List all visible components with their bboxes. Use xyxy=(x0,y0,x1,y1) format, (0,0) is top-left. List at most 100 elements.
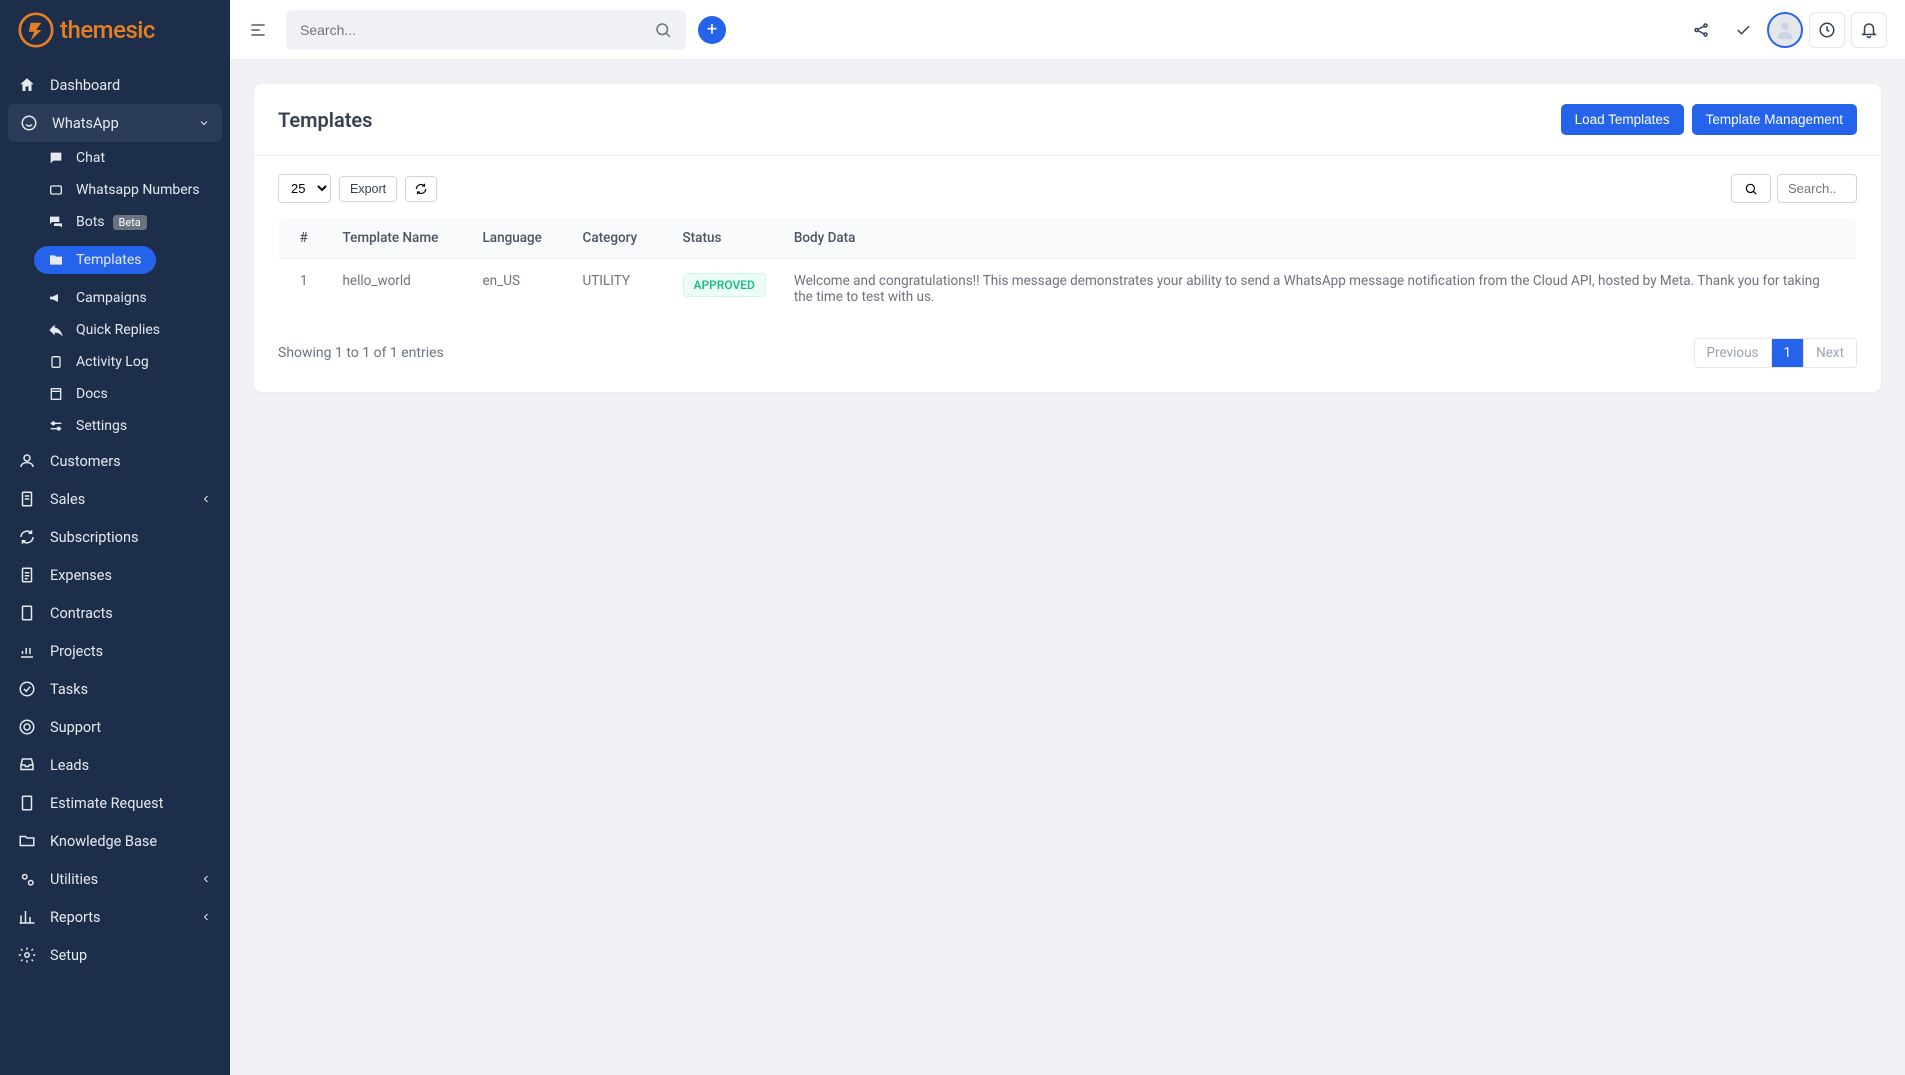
inbox-icon xyxy=(18,756,36,774)
sidebar-item-contracts[interactable]: Contracts xyxy=(0,594,230,632)
cell-num: 1 xyxy=(279,259,329,320)
chevron-left-icon xyxy=(200,911,212,923)
book-icon xyxy=(48,386,64,402)
sidebar-item-customers[interactable]: Customers xyxy=(0,442,230,480)
page-1[interactable]: 1 xyxy=(1772,339,1805,367)
nav-label: Projects xyxy=(50,643,103,660)
clock-icon xyxy=(1818,21,1836,39)
sidebar-sub-docs[interactable]: Docs xyxy=(0,378,230,410)
sidebar-item-subscriptions[interactable]: Subscriptions xyxy=(0,518,230,556)
refresh-icon xyxy=(18,528,36,546)
sidebar-sub-quickreplies[interactable]: Quick Replies xyxy=(0,314,230,346)
share-button[interactable] xyxy=(1683,12,1719,48)
search-input[interactable] xyxy=(300,22,654,38)
sidebar-sub-settings[interactable]: Settings xyxy=(0,410,230,442)
toolbar-right xyxy=(1731,174,1857,203)
nav-label: Contracts xyxy=(50,605,113,622)
chevron-left-icon xyxy=(200,493,212,505)
sidebar-item-utilities[interactable]: Utilities xyxy=(0,860,230,898)
file-lines-icon xyxy=(18,566,36,584)
col-status[interactable]: Status xyxy=(669,218,780,259)
clock-button[interactable] xyxy=(1809,12,1845,48)
sidebar-sub-activitylog[interactable]: Activity Log xyxy=(0,346,230,378)
page-title: Templates xyxy=(278,108,372,132)
sidebar-item-support[interactable]: Support xyxy=(0,708,230,746)
file-doc-icon xyxy=(18,794,36,812)
sliders-icon xyxy=(48,418,64,434)
col-cat[interactable]: Category xyxy=(569,218,669,259)
sidebar-item-dashboard[interactable]: Dashboard xyxy=(0,66,230,104)
nav-label: Reports xyxy=(50,909,101,926)
folder-open-icon xyxy=(18,832,36,850)
sidebar-item-whatsapp[interactable]: WhatsApp xyxy=(8,104,222,142)
template-management-button[interactable]: Template Management xyxy=(1692,104,1857,135)
templates-card: Templates Load Templates Template Manage… xyxy=(254,84,1881,392)
check-button[interactable] xyxy=(1725,12,1761,48)
file-blank-icon xyxy=(18,604,36,622)
brand-logo[interactable]: themesic xyxy=(0,0,230,60)
sidebar-item-estimate[interactable]: Estimate Request xyxy=(0,784,230,822)
sidebar-item-expenses[interactable]: Expenses xyxy=(0,556,230,594)
sub-label: Whatsapp Numbers xyxy=(76,182,200,198)
sub-label: Settings xyxy=(76,418,127,434)
col-lang[interactable]: Language xyxy=(469,218,569,259)
whatsapp-icon xyxy=(20,114,38,132)
sidebar-item-setup[interactable]: Setup xyxy=(0,936,230,974)
topbar: + xyxy=(230,0,1905,60)
col-name[interactable]: Template Name xyxy=(329,218,469,259)
comments-icon xyxy=(48,214,64,230)
sidebar-sub-chat[interactable]: Chat xyxy=(0,142,230,174)
sub-label: Activity Log xyxy=(76,354,149,370)
export-button[interactable]: Export xyxy=(339,176,397,202)
bar-chart-icon xyxy=(18,908,36,926)
sidebar-item-kb[interactable]: Knowledge Base xyxy=(0,822,230,860)
nav-label: Subscriptions xyxy=(50,529,138,546)
add-button[interactable]: + xyxy=(698,16,726,44)
search-icon xyxy=(1744,182,1758,196)
sidebar-sub-campaigns[interactable]: Campaigns xyxy=(0,282,230,314)
notifications-button[interactable] xyxy=(1851,12,1887,48)
avatar-icon xyxy=(1774,19,1796,41)
pagination: Previous 1 Next xyxy=(1694,338,1857,368)
sidebar-sub-templates[interactable]: Templates xyxy=(0,238,230,282)
sidebar-item-tasks[interactable]: Tasks xyxy=(0,670,230,708)
table-header-row: # Template Name Language Category Status… xyxy=(279,218,1857,259)
prev-page[interactable]: Previous xyxy=(1695,339,1772,367)
sub-label: Templates xyxy=(76,252,142,268)
col-num[interactable]: # xyxy=(279,218,329,259)
menu-toggle-icon[interactable] xyxy=(248,20,268,40)
home-icon xyxy=(18,76,36,94)
card-icon xyxy=(48,182,64,198)
load-templates-button[interactable]: Load Templates xyxy=(1561,104,1684,135)
sidebar-nav: Dashboard WhatsApp Chat Whatsapp Numbers… xyxy=(0,60,230,980)
cell-body: Welcome and congratulations!! This messa… xyxy=(780,259,1857,320)
table-search-input[interactable] xyxy=(1777,174,1857,203)
sidebar-sub-numbers[interactable]: Whatsapp Numbers xyxy=(0,174,230,206)
nav-label: Utilities xyxy=(50,871,98,888)
sidebar-item-reports[interactable]: Reports xyxy=(0,898,230,936)
nav-label: Estimate Request xyxy=(50,795,163,812)
global-search[interactable] xyxy=(286,10,686,50)
user-avatar[interactable] xyxy=(1767,12,1803,48)
templates-table: # Template Name Language Category Status… xyxy=(278,217,1857,320)
life-ring-icon xyxy=(18,718,36,736)
nav-label: Leads xyxy=(50,757,89,774)
page-size-select[interactable]: 25 xyxy=(278,174,331,203)
table-row[interactable]: 1 hello_world en_US UTILITY APPROVED Wel… xyxy=(279,259,1857,320)
sidebar-item-sales[interactable]: Sales xyxy=(0,480,230,518)
reply-icon xyxy=(48,322,64,338)
sub-label: Chat xyxy=(76,150,105,166)
sidebar-sub-bots[interactable]: Bots Beta xyxy=(0,206,230,238)
cell-status: APPROVED xyxy=(669,259,780,320)
next-page[interactable]: Next xyxy=(1804,339,1856,367)
bell-icon xyxy=(1860,21,1878,39)
refresh-button[interactable] xyxy=(405,176,437,202)
sidebar-item-projects[interactable]: Projects xyxy=(0,632,230,670)
user-icon xyxy=(18,452,36,470)
check-icon xyxy=(1734,21,1752,39)
file-icon xyxy=(18,490,36,508)
table-search-button[interactable] xyxy=(1731,174,1771,203)
col-body[interactable]: Body Data xyxy=(780,218,1857,259)
sidebar-item-leads[interactable]: Leads xyxy=(0,746,230,784)
nav-label: Dashboard xyxy=(50,77,120,94)
